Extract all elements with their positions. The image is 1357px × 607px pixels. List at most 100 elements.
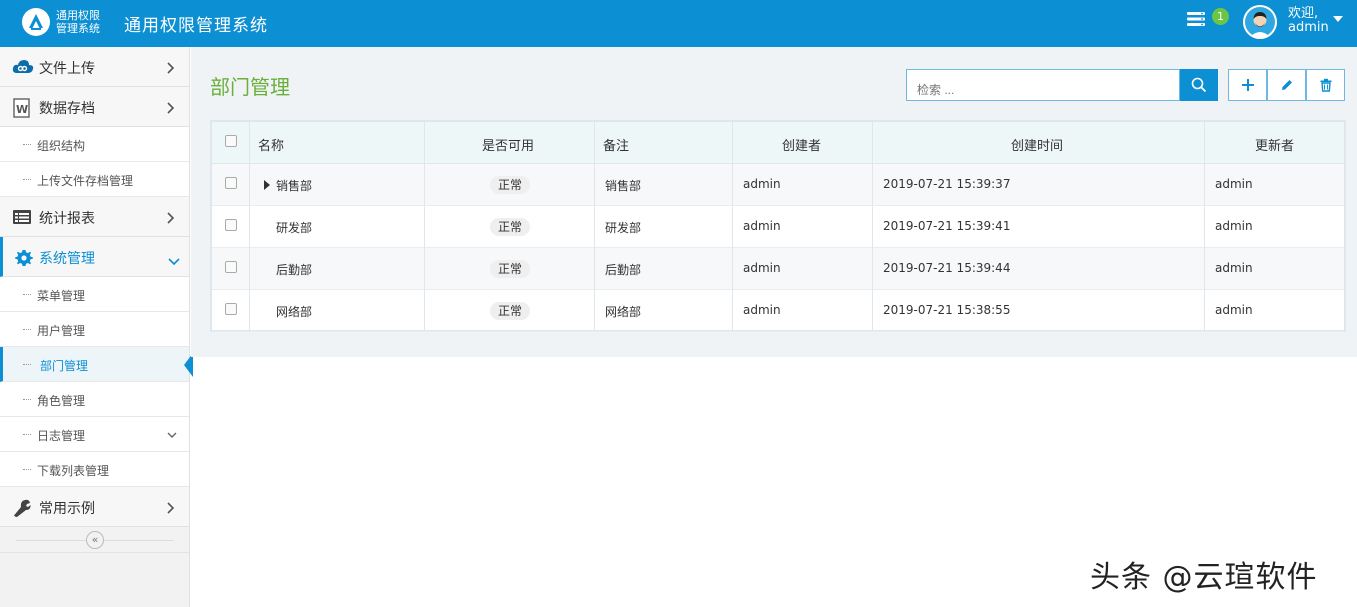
- tree-dash: [23, 294, 31, 295]
- row-checkbox[interactable]: [225, 261, 237, 273]
- status-badge: 正常: [490, 176, 531, 194]
- wrench-icon: [12, 498, 32, 517]
- chevron-right-icon: [166, 210, 176, 224]
- chevron-right-icon: [166, 60, 176, 74]
- sidebar-group-label: 系统管理: [39, 251, 95, 267]
- search-icon: [1191, 77, 1207, 93]
- cell-creator: admin: [743, 303, 781, 317]
- sidebar-item-label: 角色管理: [37, 394, 86, 408]
- sidebar-group-label: 统计报表: [39, 211, 95, 227]
- app-title: 通用权限管理系统: [124, 16, 268, 36]
- cell-creator: admin: [743, 177, 781, 191]
- sidebar-group-reports[interactable]: 统计报表: [0, 197, 189, 237]
- cell-remark: 研发部: [605, 221, 642, 235]
- status-badge: 正常: [490, 218, 531, 236]
- caret-down-icon[interactable]: [1333, 16, 1343, 22]
- sidebar-item-role-mgmt[interactable]: 角色管理: [0, 382, 189, 417]
- pencil-icon: [1282, 80, 1292, 90]
- welcome-username: admin: [1288, 20, 1329, 35]
- cell-remark: 网络部: [605, 305, 642, 319]
- column-divider: [732, 122, 733, 330]
- column-divider: [249, 122, 250, 330]
- sidebar-item-menu-mgmt[interactable]: 菜单管理: [0, 277, 189, 312]
- add-button[interactable]: [1228, 69, 1267, 101]
- select-all-checkbox[interactable]: [225, 135, 237, 147]
- message-count-badge[interactable]: 1: [1212, 8, 1229, 25]
- chevron-down-icon: [166, 429, 178, 439]
- table-row[interactable]: 研发部 正常 研发部 admin 2019-07-21 15:39:41 adm…: [212, 206, 1344, 248]
- edit-button[interactable]: [1267, 69, 1306, 101]
- chevron-right-icon: [166, 100, 176, 114]
- logo-text: 通用权限 管理系统: [56, 9, 106, 35]
- tree-dash: [23, 144, 31, 145]
- sidebar-item-label: 下载列表管理: [37, 464, 110, 478]
- sidebar-group-examples[interactable]: 常用示例: [0, 487, 189, 527]
- cell-updater: admin: [1215, 303, 1253, 317]
- cell-name: 后勤部: [276, 263, 313, 277]
- tree-dash: [23, 399, 31, 400]
- message-list-icon[interactable]: [1187, 11, 1205, 27]
- sidebar-group-data-archive[interactable]: W 数据存档: [0, 87, 189, 127]
- welcome-greeting: 欢迎,: [1288, 6, 1319, 21]
- cell-created-time: 2019-07-21 15:39:37: [883, 177, 1011, 191]
- cell-updater: admin: [1215, 177, 1253, 191]
- sidebar-group-file-upload[interactable]: 文件上传: [0, 47, 189, 87]
- tree-dash: [23, 179, 31, 180]
- sidebar: 文件上传 W 数据存档 组织结构 上传文件存档管理 统计报表 系统管理 菜单管理: [0, 47, 193, 607]
- cell-updater: admin: [1215, 261, 1253, 275]
- table-row[interactable]: 后勤部 正常 后勤部 admin 2019-07-21 15:39:44 adm…: [212, 248, 1344, 290]
- chevron-right-icon: [166, 500, 176, 514]
- column-header-created-time[interactable]: 创建时间: [1011, 135, 1063, 154]
- watermark-text: 头条 @云瑄软件: [1090, 560, 1318, 595]
- cloud-icon: [12, 58, 34, 76]
- welcome-text[interactable]: 欢迎, admin: [1288, 7, 1329, 35]
- cell-creator: admin: [743, 261, 781, 275]
- delete-button[interactable]: [1306, 69, 1345, 101]
- cell-name: 网络部: [276, 305, 313, 319]
- column-header-name[interactable]: 名称: [258, 135, 284, 154]
- row-checkbox[interactable]: [225, 303, 237, 315]
- column-divider: [872, 122, 873, 330]
- plus-icon: [1242, 79, 1254, 91]
- row-checkbox[interactable]: [225, 219, 237, 231]
- collapse-sidebar-button[interactable]: «: [86, 531, 104, 549]
- sidebar-item-download-mgmt[interactable]: 下载列表管理: [0, 452, 189, 487]
- sidebar-group-system[interactable]: 系统管理: [0, 237, 189, 277]
- column-header-remark[interactable]: 备注: [603, 135, 629, 154]
- search-button[interactable]: [1180, 69, 1218, 101]
- status-badge: 正常: [490, 302, 531, 320]
- sidebar-item-dept-mgmt[interactable]: 部门管理: [0, 347, 193, 382]
- sidebar-item-org-structure[interactable]: 组织结构: [0, 127, 189, 162]
- caret-right-icon[interactable]: [264, 180, 270, 190]
- sidebar-group-label: 数据存档: [39, 101, 95, 117]
- sidebar-item-label: 日志管理: [37, 429, 86, 443]
- column-header-updater[interactable]: 更新者: [1255, 135, 1294, 154]
- svg-text:W: W: [16, 103, 28, 116]
- sidebar-item-label: 组织结构: [37, 139, 86, 153]
- sidebar-item-user-mgmt[interactable]: 用户管理: [0, 312, 189, 347]
- avatar[interactable]: [1243, 5, 1277, 39]
- sidebar-item-label: 上传文件存档管理: [37, 174, 134, 188]
- table-row[interactable]: 网络部 正常 网络部 admin 2019-07-21 15:38:55 adm…: [212, 290, 1344, 332]
- cell-created-time: 2019-07-21 15:39:44: [883, 261, 1011, 275]
- column-divider: [424, 122, 425, 330]
- sidebar-item-label: 用户管理: [37, 324, 86, 338]
- cell-created-time: 2019-07-21 15:39:41: [883, 219, 1011, 233]
- sidebar-item-upload-archive[interactable]: 上传文件存档管理: [0, 162, 189, 197]
- gear-icon: [14, 248, 34, 266]
- sidebar-collapse-bar: «: [0, 527, 189, 553]
- sidebar-group-label: 文件上传: [39, 61, 95, 77]
- cell-remark: 销售部: [605, 179, 642, 193]
- column-header-status[interactable]: 是否可用: [482, 135, 534, 154]
- row-checkbox[interactable]: [225, 177, 237, 189]
- cell-updater: admin: [1215, 219, 1253, 233]
- sidebar-item-log-mgmt[interactable]: 日志管理: [0, 417, 189, 452]
- tree-dash: [23, 469, 31, 470]
- table-header: 名称 是否可用 备注 创建者 创建时间 更新者: [212, 122, 1344, 164]
- table-row[interactable]: 销售部 正常 销售部 admin 2019-07-21 15:39:37 adm…: [212, 164, 1344, 206]
- cell-created-time: 2019-07-21 15:38:55: [883, 303, 1011, 317]
- department-table: 名称 是否可用 备注 创建者 创建时间 更新者 销售部 正常 销售部 admin…: [210, 120, 1346, 332]
- page-title: 部门管理: [210, 75, 290, 99]
- search-input[interactable]: [906, 69, 1180, 101]
- column-header-creator[interactable]: 创建者: [782, 135, 821, 154]
